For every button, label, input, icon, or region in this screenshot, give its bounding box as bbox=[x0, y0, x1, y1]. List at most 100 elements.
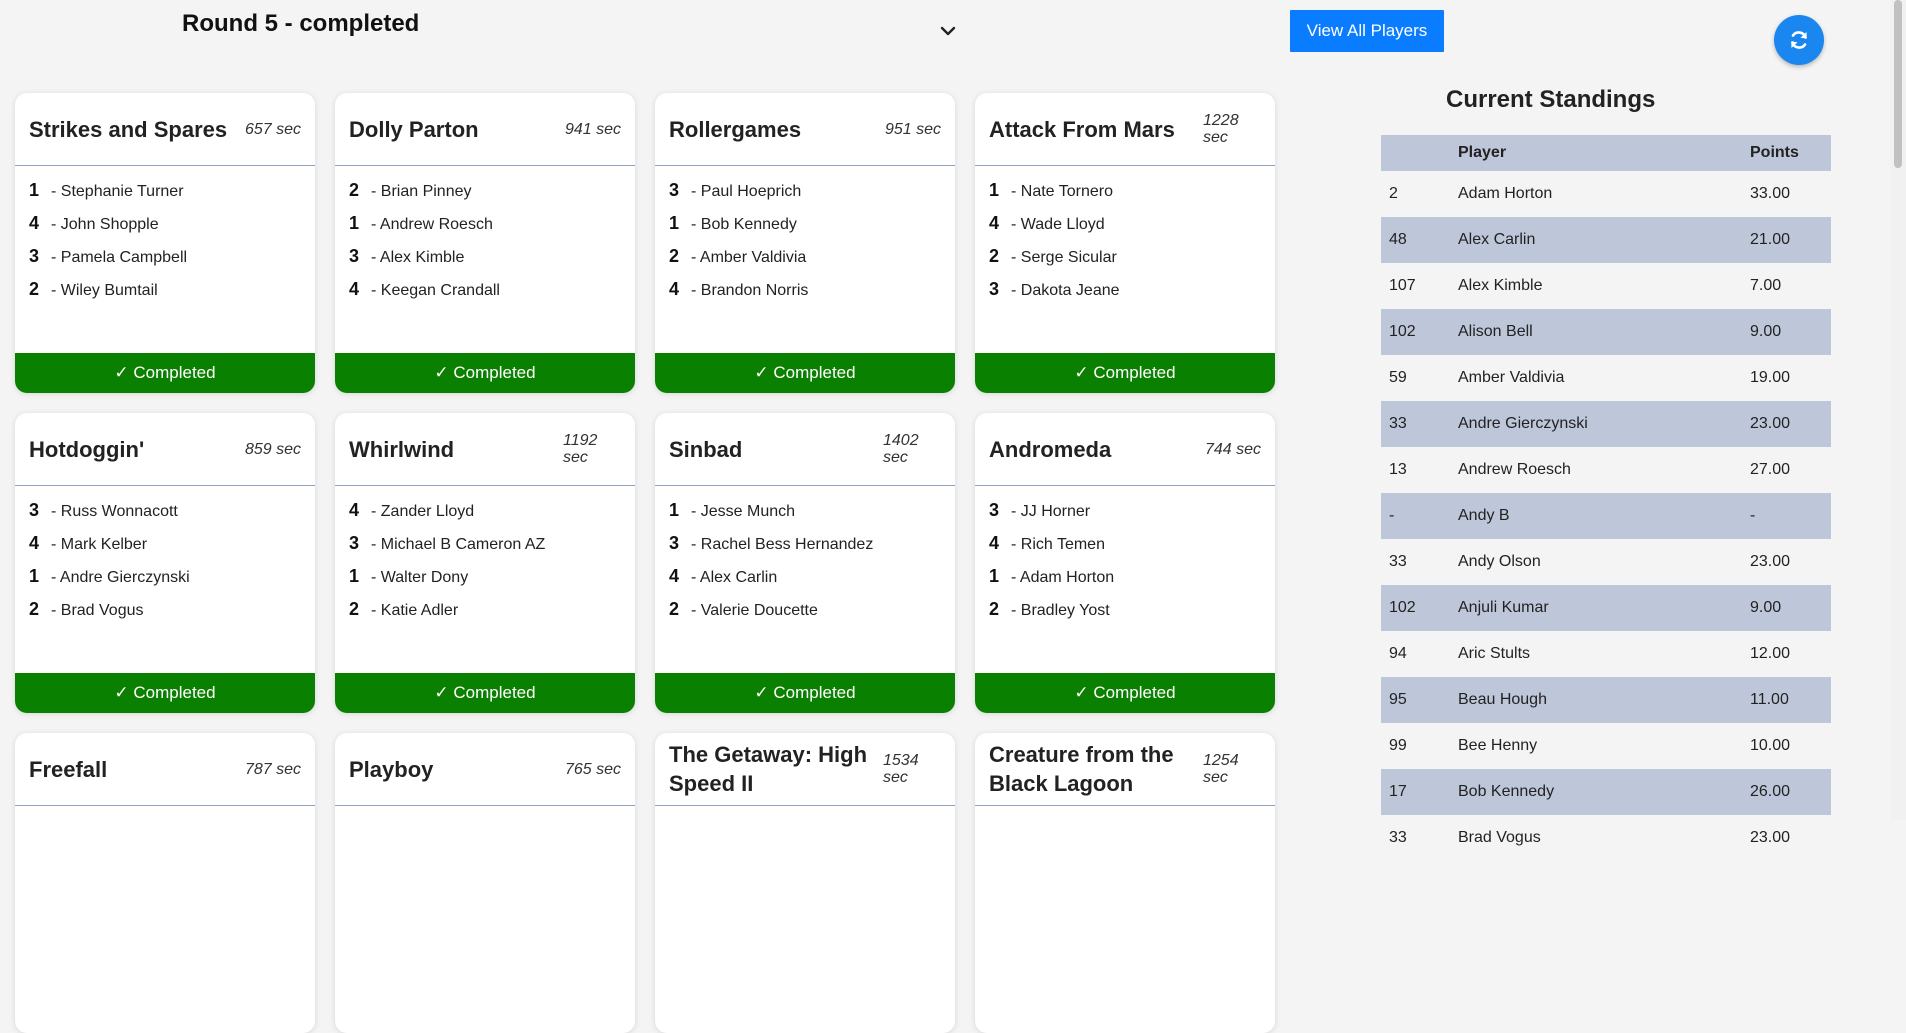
finish-position: 4 bbox=[29, 213, 40, 233]
player-name: - Bob Kennedy bbox=[691, 216, 797, 233]
game-time: 1402 sec bbox=[883, 432, 919, 466]
rank-cell: 17 bbox=[1381, 769, 1450, 815]
page-scrollbar[interactable] bbox=[1890, 0, 1906, 820]
player-entry: 2 - Serge Sicular bbox=[989, 246, 1261, 279]
player-name: - Nate Tornero bbox=[1011, 183, 1113, 200]
player-name-cell: Andre Gierczynski bbox=[1450, 401, 1744, 447]
chevron-down-icon[interactable] bbox=[937, 20, 959, 42]
player-entry: 3 - Michael B Cameron AZ bbox=[349, 533, 621, 566]
completed-status-bar: ✓ Completed bbox=[335, 673, 635, 713]
finish-position: 3 bbox=[349, 246, 360, 266]
player-name: - Dakota Jeane bbox=[1011, 282, 1120, 299]
points-cell: - bbox=[1744, 493, 1831, 539]
player-entry: 1 - Andre Gierczynski bbox=[29, 566, 301, 599]
player-entry: 1 - Jesse Munch bbox=[669, 500, 941, 533]
player-name: - Andrew Roesch bbox=[371, 216, 493, 233]
finish-position: 1 bbox=[29, 566, 40, 586]
game-card: Rollergames 951 sec 3 - Paul Hoeprich 1 - Bob… bbox=[655, 93, 955, 393]
player-name: - Mark Kelber bbox=[51, 536, 148, 553]
player-list: 3 - Paul Hoeprich 1 - Bob Kennedy 2 - Amber V… bbox=[655, 166, 955, 312]
standings-row: 17 Bob Kennedy 26.00 bbox=[1381, 769, 1831, 815]
game-name: Creature from the Black Lagoon bbox=[989, 742, 1174, 796]
game-card: Attack From Mars 1228 sec 1 - Nate Tornero 4… bbox=[975, 93, 1275, 393]
player-name-cell: Anjuli Kumar bbox=[1450, 585, 1744, 631]
standings-row: 33 Brad Vogus 23.00 bbox=[1381, 815, 1831, 861]
player-name: - Katie Adler bbox=[371, 602, 459, 619]
completed-status-bar: ✓ Completed bbox=[335, 353, 635, 393]
player-name: - Adam Horton bbox=[1011, 569, 1115, 586]
game-time: 1192 sec bbox=[563, 432, 598, 466]
player-list: 3 - JJ Horner 4 - Rich Temen 1 - Adam Horton 2… bbox=[975, 486, 1275, 632]
points-cell: 21.00 bbox=[1744, 217, 1831, 263]
player-entry: 2 - Valerie Doucette bbox=[669, 599, 941, 632]
game-card-header: Sinbad 1402 sec bbox=[655, 413, 955, 486]
game-card: Freefall 787 sec bbox=[15, 733, 315, 1033]
points-cell: 26.00 bbox=[1744, 769, 1831, 815]
player-entry: 3 - Rachel Bess Hernandez bbox=[669, 533, 941, 566]
finish-position: 4 bbox=[349, 279, 360, 299]
completed-status-bar: ✓ Completed bbox=[655, 673, 955, 713]
player-entry: 4 - Alex Carlin bbox=[669, 566, 941, 599]
player-name-cell: Bee Henny bbox=[1458, 737, 1538, 754]
player-list: 4 - Zander Lloyd 3 - Michael B Cameron AZ 1-… bbox=[335, 486, 635, 632]
rank-cell: 13 bbox=[1389, 461, 1407, 478]
player-name: - Rich Temen bbox=[1011, 536, 1105, 553]
finish-position: 1 bbox=[349, 213, 360, 233]
player-name: - Zander Lloyd bbox=[371, 503, 475, 520]
player-list bbox=[655, 806, 955, 820]
player-name: - Pamela Campbell bbox=[51, 249, 188, 266]
player-name-cell: Alex Kimble bbox=[1458, 277, 1543, 294]
completed-status-bar: ✓ Completed bbox=[975, 673, 1275, 713]
game-card-header: Whirlwind 1192 sec bbox=[335, 413, 635, 486]
standings-row: 95 Beau Hough 11.00 bbox=[1381, 677, 1831, 723]
player-name: - Serge Sicular bbox=[1011, 249, 1117, 266]
finish-position: 2 bbox=[29, 599, 40, 619]
player-entry: 4 - John Shopple bbox=[29, 213, 301, 246]
standings-header-row: Player Points bbox=[1381, 135, 1831, 171]
standings-row: 102 Anjuli Kumar 9.00 bbox=[1381, 585, 1831, 631]
points-cell: 23.00 bbox=[1750, 829, 1791, 846]
rank-cell: 33 bbox=[1389, 553, 1407, 570]
game-time: 787 sec bbox=[244, 760, 301, 778]
view-all-players-button[interactable]: View All Players bbox=[1290, 10, 1444, 52]
game-card: Hotdoggin' 859 sec 3 - Russ Wonnacott 4 - Mar… bbox=[15, 413, 315, 713]
player-entry: 2 - Brad Vogus bbox=[29, 599, 301, 632]
rank-cell: 94 bbox=[1389, 645, 1407, 662]
points-cell: 33.00 bbox=[1750, 185, 1791, 202]
finish-position: 4 bbox=[989, 533, 1000, 553]
rank-column-header bbox=[1381, 135, 1450, 171]
player-name: - Brandon Norris bbox=[691, 282, 809, 299]
points-cell: 7.00 bbox=[1750, 277, 1782, 294]
game-card: Dolly Parton 941 sec 2 - Brian Pinney 1 - And… bbox=[335, 93, 635, 393]
points-cell: 23.00 bbox=[1744, 401, 1831, 447]
game-name: Playboy bbox=[349, 756, 434, 782]
game-name: Dolly Parton bbox=[349, 116, 479, 142]
finish-position: 2 bbox=[349, 599, 360, 619]
player-list: 1 - Nate Tornero 4 - Wade Lloyd 2 - Serge Sic… bbox=[975, 166, 1275, 312]
player-name: - Walter Dony bbox=[371, 569, 469, 586]
refresh-button[interactable] bbox=[1774, 15, 1824, 65]
finish-position: 4 bbox=[989, 213, 1000, 233]
player-name: - Alex Kimble bbox=[371, 249, 465, 266]
finish-position: 2 bbox=[349, 180, 360, 200]
game-name: Hotdoggin' bbox=[29, 436, 145, 462]
game-card: Playboy 765 sec bbox=[335, 733, 635, 1033]
player-entry: 4 - Brandon Norris bbox=[669, 279, 941, 312]
player-entry: 2 - Brian Pinney bbox=[349, 180, 621, 213]
game-card-header: The Getaway: High Speed II 1534 sec bbox=[655, 733, 955, 806]
player-entry: 4 - Keegan Crandall bbox=[349, 279, 621, 312]
player-name: - Michael B Cameron AZ bbox=[371, 536, 546, 553]
finish-position: 1 bbox=[989, 180, 1000, 200]
game-card-header: Dolly Parton 941 sec bbox=[335, 93, 635, 166]
game-name: The Getaway: High Speed II bbox=[669, 742, 868, 796]
player-list: 3 - Russ Wonnacott 4 - Mark Kelber 1 - Andre … bbox=[15, 486, 315, 632]
completed-status-bar: ✓ Completed bbox=[975, 353, 1275, 393]
finish-position: 1 bbox=[989, 566, 1000, 586]
scrollbar-thumb[interactable] bbox=[1894, 0, 1902, 168]
player-name: - Keegan Crandall bbox=[371, 282, 500, 299]
finish-position: 1 bbox=[669, 213, 680, 233]
game-time: 744 sec bbox=[1204, 440, 1261, 458]
player-name-cell: Bob Kennedy bbox=[1450, 769, 1744, 815]
finish-position: 3 bbox=[669, 180, 680, 200]
player-name: - Jesse Munch bbox=[691, 503, 796, 520]
